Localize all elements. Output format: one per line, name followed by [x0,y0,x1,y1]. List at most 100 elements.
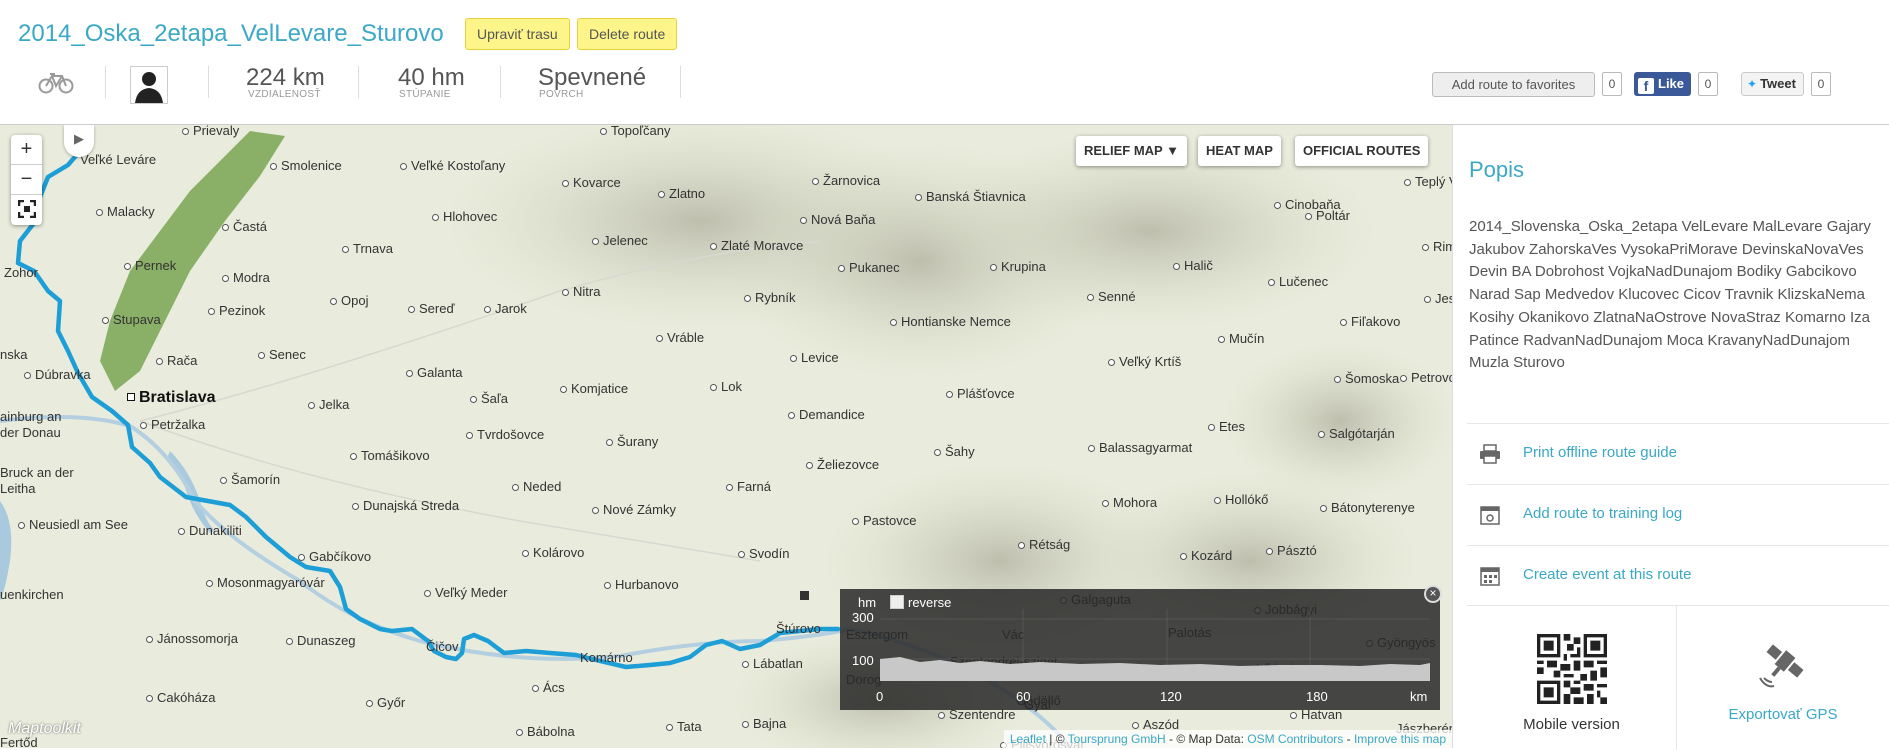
place-label-59: Tomášikovo [350,448,430,463]
place-label-88: Cakóháza [146,690,216,705]
place-dot [742,661,749,668]
place-name: Smolenice [281,158,342,173]
add-to-favorites-button[interactable]: Add route to favorites [1432,72,1595,97]
zoom-in-button[interactable]: + [11,135,42,165]
bicycle-icon [38,73,74,94]
place-label-73: Kolárovo [522,545,584,560]
place-dot [788,412,795,419]
tweet-button[interactable]: ✦ Tweet [1741,72,1804,96]
export-gps-tile[interactable]: Exportovať GPS [1678,606,1888,750]
place-dot [738,551,745,558]
create-event-action[interactable]: Create event at this route [1467,545,1889,605]
improve-map-link[interactable]: Improve this map [1354,732,1446,746]
toursprung-link[interactable]: Toursprung GmbH [1068,732,1166,746]
partial-place-label-5: Bruck an der [0,465,74,480]
print-guide-link[interactable]: Print offline route guide [1523,444,1677,461]
place-name: Neded [523,479,562,494]
place-dot [1102,500,1109,507]
place-name: Zlaté Moravce [721,238,804,253]
route-stats: 224 km VZDIALENOSŤ 40 hm STÚPANIE Spevne… [0,62,700,106]
partial-place-label-1: Zohor [4,265,38,280]
place-label-32: Pezinok [208,303,265,318]
place-dot [146,695,153,702]
place-label-21: Krupina [990,259,1046,274]
place-name: Dunaszeg [297,633,356,648]
training-log-link[interactable]: Add route to training log [1523,505,1682,522]
place-name: Topoľčany [611,124,671,138]
place-name: Dunakiliti [189,523,242,538]
training-log-action[interactable]: Add route to training log [1467,484,1889,544]
elevation-x-tick-180: 180 [1306,689,1328,704]
place-name: Nitra [573,284,601,299]
close-elevation-icon[interactable]: × [1424,585,1442,603]
place-dot [258,352,265,359]
delete-route-button[interactable]: Delete route [577,18,678,50]
place-name: Etes [1219,419,1246,434]
place-dot [516,729,523,736]
official-routes-button[interactable]: OFFICIAL ROUTES [1295,136,1429,166]
route-title: 2014_Oska_2etapa_VelLevare_Sturovo [18,20,444,47]
place-name: Jelenec [603,233,648,248]
place-dot [350,453,357,460]
place-label-49: Šaľa [470,391,508,406]
place-dot [532,685,539,692]
place-name: Želiezovce [817,457,880,472]
place-label-6: Žarnovica [812,173,880,188]
place-name: Hollókő [1225,492,1269,507]
facebook-icon: f [1638,78,1654,94]
facebook-like-button[interactable]: f Like [1634,72,1691,96]
place-label-28: Jesenské [1424,291,1452,306]
print-guide-action[interactable]: Print offline route guide [1467,423,1889,483]
place-name: Tata [677,719,702,734]
place-label-27: Senné [1087,289,1136,304]
elevation-tick-300: 300 [852,610,874,625]
place-name: Petržalka [151,417,206,432]
place-label-23: Modra [222,270,270,285]
place-name: Krupina [1001,259,1046,274]
place-label-35: Mučín [1218,331,1264,346]
reverse-checkbox[interactable] [890,595,904,609]
place-dot [990,264,997,271]
osm-link[interactable]: OSM Contributors [1247,732,1343,746]
place-name: Balassagyarmat [1099,440,1193,455]
relief-map-button[interactable]: RELIEF MAP ▼ [1076,136,1187,166]
place-dot [1404,179,1411,186]
place-name: Kolárovo [533,545,585,560]
place-label-34: Hontianske Nemce [890,314,1011,329]
author-avatar[interactable] [130,66,168,104]
place-label-85: Jánossomorja [146,631,238,646]
place-label-29: Opoj [330,293,368,308]
place-label-24: Nitra [562,284,600,299]
place-name: Sereď [419,301,455,316]
export-tiles: Mobile version Exportovať GPS [1467,605,1889,750]
place-label-57: Šahy [934,444,975,459]
route-panel-toggle[interactable]: ▶ [64,125,94,157]
place-dot [206,580,213,587]
place-label-65: Hollókő [1214,492,1268,507]
fullscreen-button[interactable] [11,195,42,225]
place-name: uenkirchen [0,587,64,602]
edit-route-button[interactable]: Upraviť trasu [465,18,570,50]
place-label-43: Dúbravka [24,367,91,382]
place-name: Mosonmagyaróvár [217,575,325,590]
zoom-out-button[interactable]: − [11,165,42,195]
create-event-link[interactable]: Create event at this route [1523,566,1691,583]
elevation-profile[interactable]: hm reverse 300 100 0 60 120 180 km × [840,585,1442,710]
mobile-version-tile[interactable]: Mobile version [1467,606,1677,750]
place-name: Šamorín [231,472,281,487]
place-name: Lučenec [1279,274,1329,289]
place-dot [666,724,673,731]
place-label-60: Želiezovce [806,457,879,472]
place-dot [270,163,277,170]
place-dot [1108,359,1115,366]
place-dot [710,384,717,391]
leaflet-link[interactable]: Leaflet [1010,732,1046,746]
place-name: Jarok [495,301,527,316]
maptoolkit-logo: Maptoolkit [8,720,81,737]
place-dot [298,554,305,561]
heat-map-button[interactable]: HEAT MAP [1198,136,1281,166]
place-dot [156,358,163,365]
place-name: Neusiedl am See [29,517,128,532]
place-name: Šomoska [1345,371,1400,386]
place-dot [286,638,293,645]
